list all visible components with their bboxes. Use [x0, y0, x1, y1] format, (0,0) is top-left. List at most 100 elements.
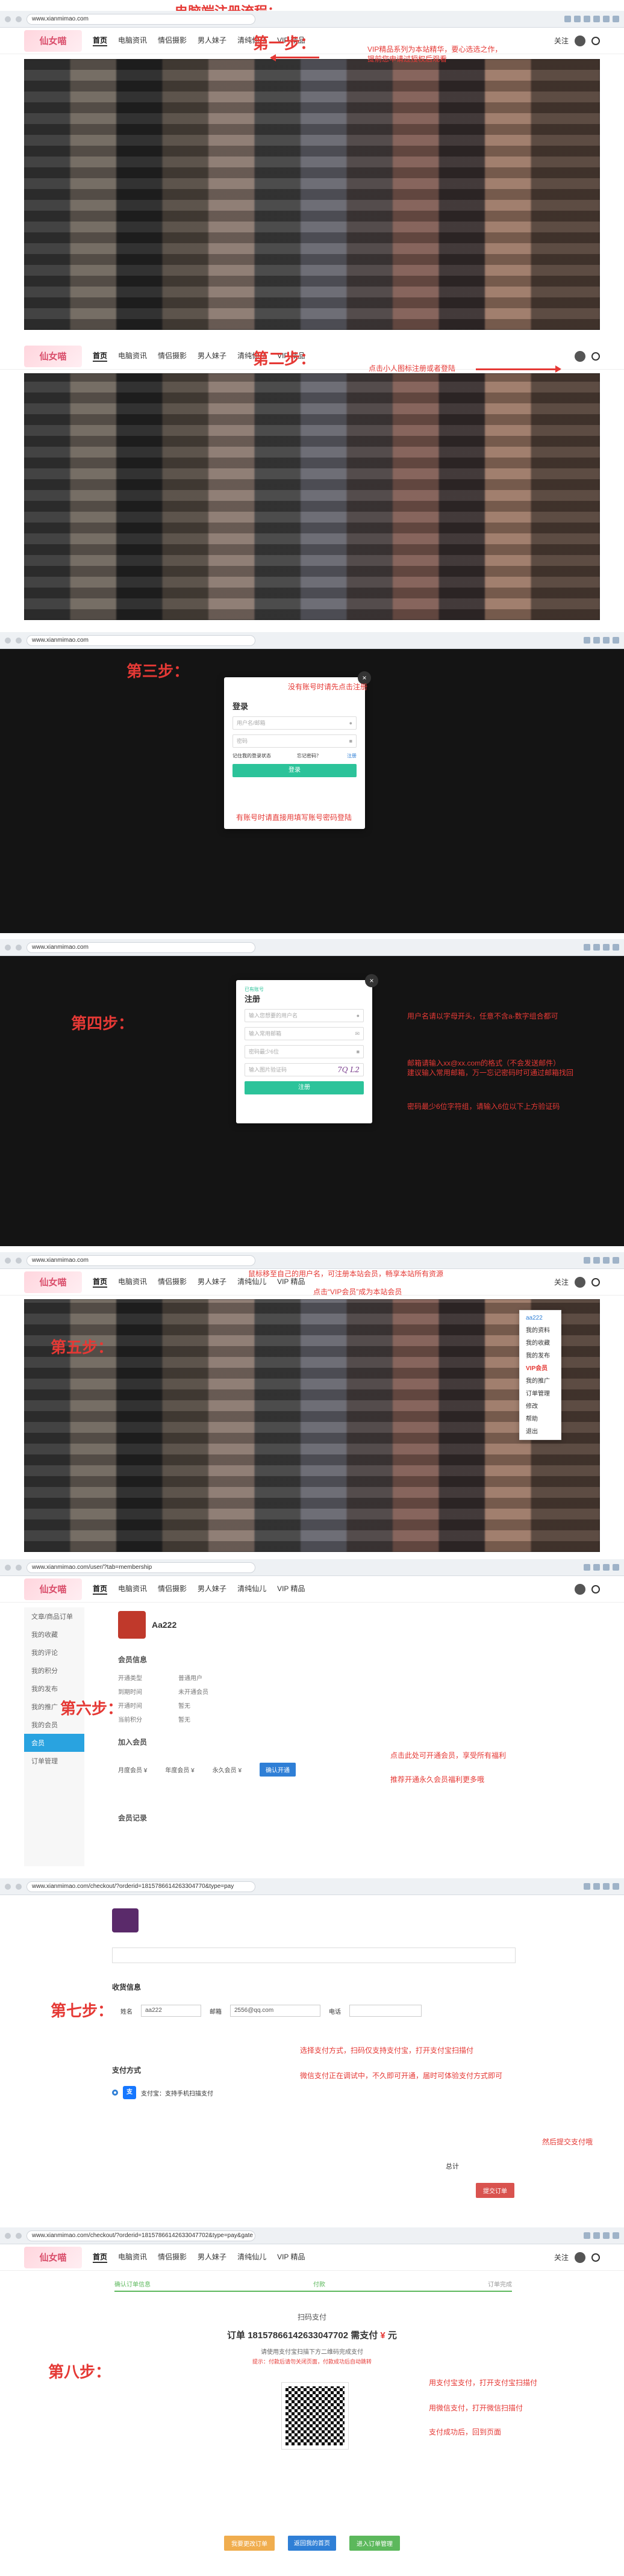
search-icon[interactable] [591, 36, 600, 45]
nav-girls[interactable]: 男人妹子 [198, 350, 226, 362]
refresh-icon[interactable] [16, 2232, 22, 2239]
back-icon[interactable] [5, 1257, 11, 1264]
back-icon[interactable] [5, 637, 11, 644]
hero-image[interactable] [24, 59, 600, 330]
address-bar[interactable]: www.xianmimao.com [27, 13, 255, 25]
menu-vip[interactable]: VIP会员 [520, 1361, 561, 1374]
sidebar-item[interactable]: 我的积分 [24, 1662, 84, 1680]
site-logo[interactable]: 仙女喵 [24, 1578, 82, 1600]
back-home-button[interactable]: 返回我的首页 [288, 2536, 336, 2551]
sidebar-item[interactable]: 订单管理 [24, 1752, 84, 1770]
avatar[interactable] [118, 1611, 146, 1639]
remember-checkbox[interactable]: 记住我的登录状态 [232, 753, 271, 759]
alipay-option[interactable]: 支 支付宝：支持手机扫描支付 [112, 2086, 213, 2099]
search-icon[interactable] [591, 352, 600, 361]
back-icon[interactable] [5, 1883, 11, 1890]
nav-news[interactable]: 电脑资讯 [118, 1583, 147, 1595]
menu-help[interactable]: 帮助 [520, 1412, 561, 1424]
back-icon[interactable] [5, 944, 11, 951]
nav-news[interactable]: 电脑资讯 [118, 35, 147, 46]
nav-vip[interactable]: VIP 精品 [277, 2252, 305, 2263]
name-field[interactable]: aa222 [141, 2005, 201, 2017]
nav-couple[interactable]: 情侣摄影 [158, 350, 187, 362]
nav-couple[interactable]: 情侣摄影 [158, 35, 187, 46]
search-icon[interactable] [591, 1584, 600, 1594]
join-button[interactable]: 确认开通 [260, 1763, 296, 1777]
plan-monthly[interactable]: 月度会员 ¥ [118, 1765, 147, 1774]
refresh-icon[interactable] [16, 1883, 22, 1890]
email-field[interactable]: 2556@qq.com [230, 2005, 320, 2017]
sidebar-item[interactable]: 我的评论 [24, 1643, 84, 1662]
back-icon[interactable] [5, 1564, 11, 1571]
order-notes-box[interactable] [112, 1948, 516, 1963]
submit-order-button[interactable]: 提交订单 [476, 2183, 514, 2198]
nav-home[interactable]: 首页 [93, 350, 108, 362]
password-field[interactable]: 密码 ■ [232, 734, 357, 748]
refresh-icon[interactable] [16, 1564, 22, 1571]
nav-girls[interactable]: 男人妹子 [198, 2252, 226, 2263]
hero-image[interactable] [24, 373, 600, 620]
nav-news[interactable]: 电脑资讯 [118, 1276, 147, 1288]
nav-news[interactable]: 电脑资讯 [118, 2252, 147, 2263]
menu-logout[interactable]: 退出 [520, 1424, 561, 1437]
site-logo[interactable]: 仙女喵 [24, 2246, 82, 2268]
nav-home[interactable]: 首页 [93, 2252, 108, 2263]
close-icon[interactable]: × [365, 974, 378, 987]
register-submit-button[interactable]: 注册 [245, 1081, 364, 1094]
address-bar[interactable]: www.xianmimao.com/user/?tab=membership [27, 1562, 255, 1573]
back-to-login[interactable]: 已有账号 [245, 986, 364, 993]
menu-username[interactable]: aa222 [520, 1313, 561, 1323]
reg-password-field[interactable]: 密码最少6位 ■ [245, 1045, 364, 1058]
phone-field[interactable] [349, 2005, 422, 2017]
nav-girls[interactable]: 男人妹子 [198, 1276, 226, 1288]
sidebar-item-membership[interactable]: 会员 [24, 1734, 84, 1752]
nav-pure[interactable]: 清纯仙儿 [237, 1583, 266, 1595]
nav-home[interactable]: 首页 [93, 1583, 108, 1595]
nav-vip[interactable]: VIP 精品 [277, 1583, 305, 1595]
sidebar-item[interactable]: 我的收藏 [24, 1625, 84, 1643]
plan-lifetime[interactable]: 永久会员 ¥ [213, 1765, 242, 1774]
user-icon[interactable] [575, 1276, 585, 1288]
search-icon[interactable] [591, 1277, 600, 1286]
sidebar-item[interactable]: 我的发布 [24, 1680, 84, 1698]
address-bar[interactable]: www.xianmimao.com/checkout/?orderid=1815… [27, 1881, 255, 1892]
refresh-icon[interactable] [16, 944, 22, 951]
nav-girls[interactable]: 男人妹子 [198, 35, 226, 46]
captcha-image[interactable]: 7Q L2 [337, 1064, 360, 1076]
nav-news[interactable]: 电脑资讯 [118, 350, 147, 362]
login-button[interactable]: 登录 [232, 764, 357, 777]
username-field[interactable]: 用户名/邮箱 ● [232, 716, 357, 730]
address-bar[interactable]: www.xianmimao.com/checkout/?orderid=1815… [27, 2230, 255, 2241]
back-icon[interactable] [5, 2232, 11, 2239]
refresh-icon[interactable] [16, 1257, 22, 1264]
follow-link[interactable]: 关注 [554, 36, 569, 46]
nav-couple[interactable]: 情侣摄影 [158, 1583, 187, 1595]
reg-username-field[interactable]: 输入您想要的用户名 ● [245, 1009, 364, 1022]
user-icon[interactable] [575, 35, 585, 46]
menu-edit[interactable]: 修改 [520, 1399, 561, 1412]
nav-couple[interactable]: 情侣摄影 [158, 1276, 187, 1288]
menu-posts[interactable]: 我的发布 [520, 1349, 561, 1361]
menu-favorites[interactable]: 我的收藏 [520, 1336, 561, 1349]
menu-promo[interactable]: 我的推广 [520, 1374, 561, 1386]
nav-girls[interactable]: 男人妹子 [198, 1583, 226, 1595]
orders-button[interactable]: 进入订单管理 [349, 2536, 400, 2551]
site-logo[interactable]: 仙女喵 [24, 29, 82, 52]
refresh-icon[interactable] [16, 16, 22, 22]
nav-pure[interactable]: 清纯仙儿 [237, 2252, 266, 2263]
nav-couple[interactable]: 情侣摄影 [158, 2252, 187, 2263]
plan-yearly[interactable]: 年度会员 ¥ [165, 1765, 194, 1774]
site-logo[interactable]: 仙女喵 [24, 1271, 82, 1293]
nav-home[interactable]: 首页 [93, 1276, 108, 1288]
register-link[interactable]: 注册 [347, 753, 357, 759]
address-bar[interactable]: www.xianmimao.com [27, 635, 255, 646]
user-icon[interactable] [575, 350, 585, 362]
forgot-link[interactable]: 忘记密码？ [297, 753, 321, 759]
reg-email-field[interactable]: 输入常用邮箱 ✉ [245, 1027, 364, 1040]
change-order-button[interactable]: 我要更改订单 [224, 2536, 275, 2551]
search-icon[interactable] [591, 2253, 600, 2262]
site-logo[interactable]: 仙女喵 [24, 345, 82, 367]
user-icon[interactable] [575, 2252, 585, 2263]
sidebar-item[interactable]: 文章/商品订单 [24, 1607, 84, 1625]
address-bar[interactable]: www.xianmimao.com [27, 942, 255, 953]
